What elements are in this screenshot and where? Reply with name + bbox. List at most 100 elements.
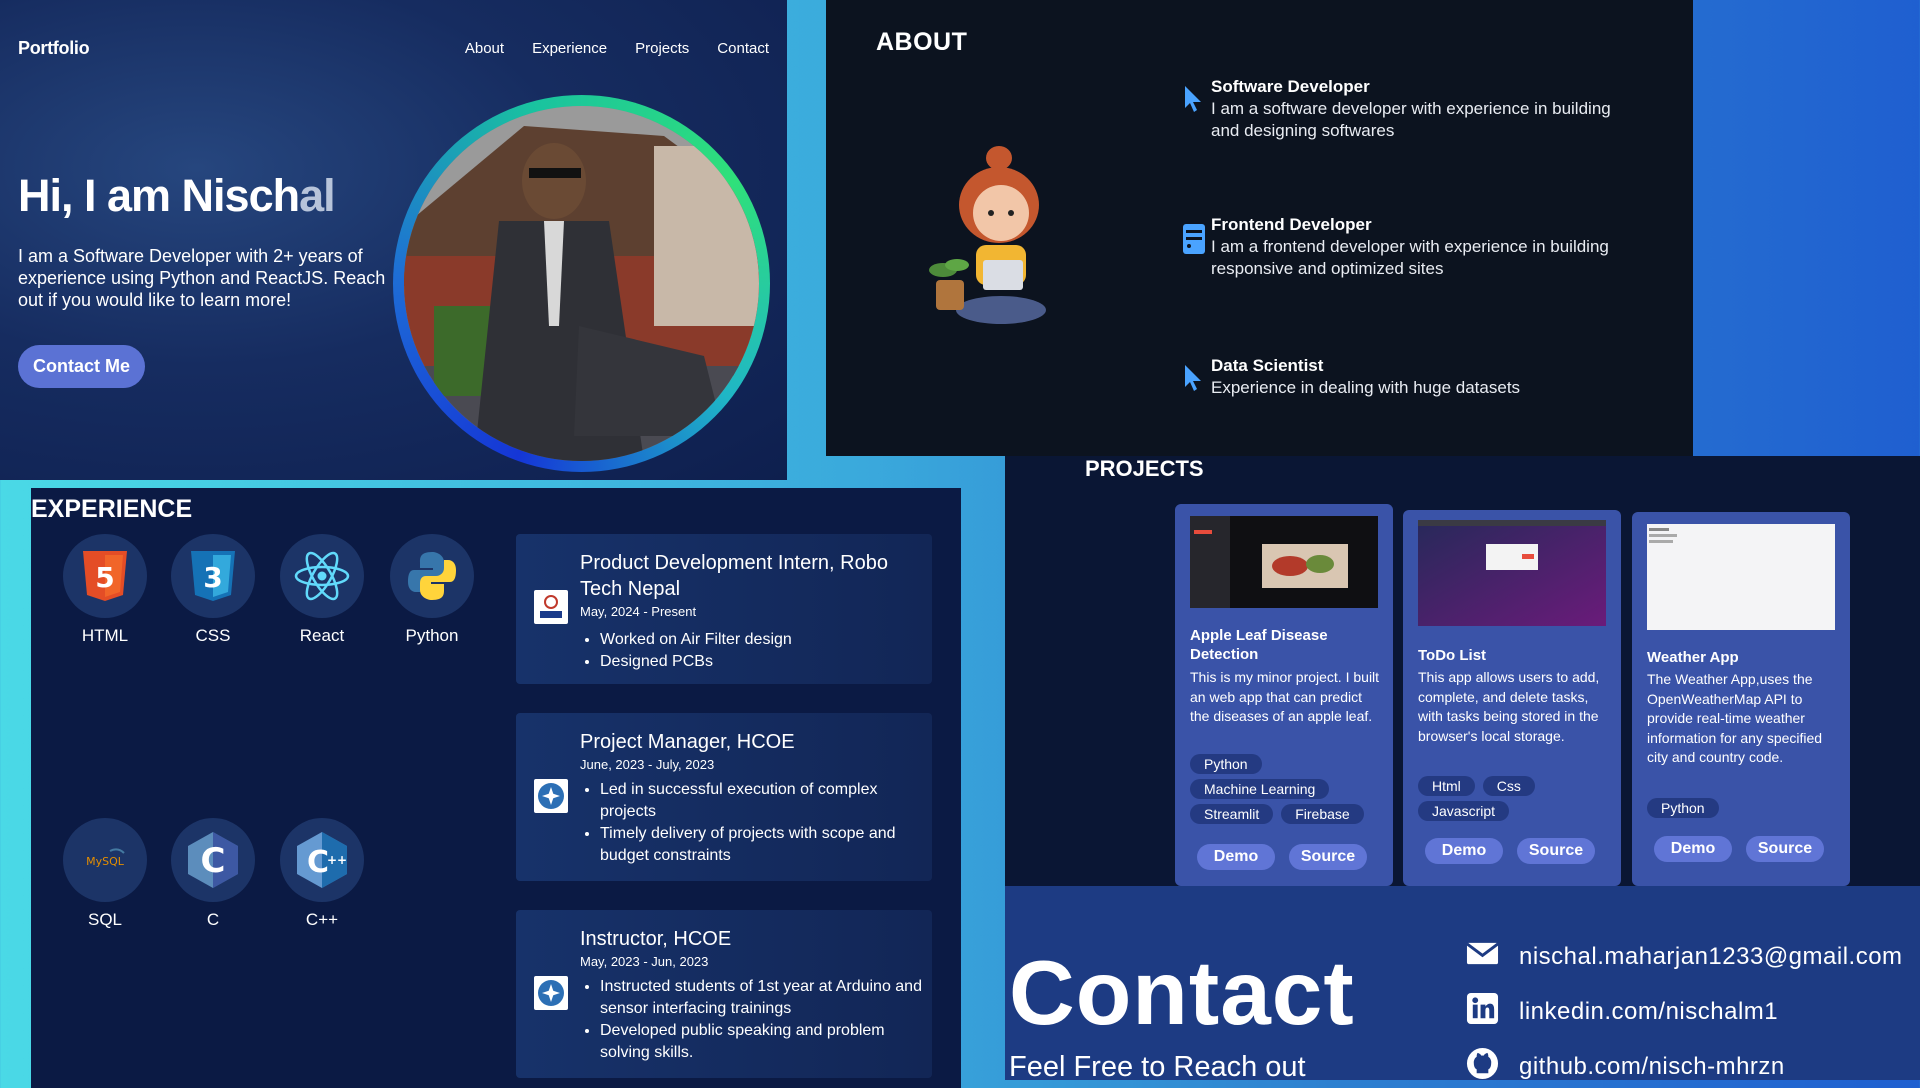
- demo-button[interactable]: Demo: [1197, 844, 1275, 870]
- job-title: Instructor, HCOE: [580, 928, 732, 950]
- hero-title-main: Hi, I am Nisch: [18, 170, 300, 221]
- project-card: ToDo List This app allows users to add, …: [1403, 510, 1621, 886]
- hero-section: Portfolio About Experience Projects Cont…: [0, 0, 787, 480]
- demo-button[interactable]: Demo: [1425, 838, 1503, 864]
- skill-label: C++: [305, 910, 339, 929]
- svg-text:C: C: [201, 841, 226, 881]
- project-card: Weather App The Weather App,uses the Ope…: [1632, 512, 1850, 886]
- project-tag: Html: [1418, 776, 1475, 796]
- contact-section: Contact Feel Free to Reach out nischal.m…: [1005, 886, 1920, 1080]
- skill-label: SQL: [87, 910, 123, 929]
- cpp-icon: C ++: [280, 818, 364, 902]
- project-tag: Streamlit: [1190, 804, 1274, 824]
- job-card: Project Manager, HCOE June, 2023 - July,…: [516, 713, 932, 881]
- svg-text:C: C: [307, 845, 329, 880]
- job-date: May, 2023 - Jun, 2023: [580, 954, 709, 969]
- job-card: Product Development Intern, Robo Tech Ne…: [516, 534, 932, 684]
- top-nav: About Experience Projects Contact: [465, 40, 769, 57]
- skill-label: C: [206, 910, 220, 929]
- projects-section: PROJECTS Apple Leaf Disease Detection Th…: [1005, 456, 1920, 886]
- c-language-icon: C: [171, 818, 255, 902]
- nav-projects[interactable]: Projects: [635, 40, 689, 57]
- job-title: Product Development Intern, Robo Tech Ne…: [580, 552, 888, 600]
- contact-email[interactable]: nischal.maharjan1233@gmail.com: [1466, 937, 1903, 977]
- mysql-icon: MySQL: [63, 818, 147, 902]
- project-tag: Javascript: [1418, 801, 1510, 821]
- github-icon: [1466, 1047, 1499, 1080]
- site-logo[interactable]: Portfolio: [18, 38, 90, 59]
- project-title: Apple Leaf Disease Detection: [1190, 627, 1328, 663]
- hcoe-logo-icon: [534, 779, 568, 813]
- about-text: Experience in dealing with huge datasets: [1211, 378, 1521, 397]
- contact-linkedin[interactable]: linkedin.com/nischalm1: [1466, 992, 1778, 1032]
- project-tags: Html Css Javascript: [1418, 776, 1618, 821]
- about-heading: Frontend Developer: [1211, 215, 1372, 234]
- profile-photo-ring: [393, 95, 770, 472]
- about-heading: Software Developer: [1211, 77, 1370, 96]
- job-bullet: Led in successful execution of complex p…: [600, 779, 935, 823]
- email-link[interactable]: nischal.maharjan1233@gmail.com: [1519, 943, 1903, 971]
- project-description: The Weather App,uses the OpenWeatherMap …: [1647, 671, 1823, 765]
- project-description: This is my minor project. I built an web…: [1190, 669, 1380, 724]
- project-screenshot[interactable]: [1647, 524, 1835, 630]
- project-actions: Demo Source: [1654, 836, 1824, 862]
- skill-c: C C: [171, 818, 255, 930]
- project-tag: Python: [1647, 798, 1719, 818]
- svg-text:MySQL: MySQL: [86, 855, 125, 868]
- contact-me-button[interactable]: Contact Me: [18, 345, 145, 388]
- nav-experience[interactable]: Experience: [532, 40, 607, 57]
- job-bullet: Worked on Air Filter design: [600, 629, 935, 651]
- github-link[interactable]: github.com/nisch-mhrzn: [1519, 1053, 1785, 1080]
- svg-text:3: 3: [203, 561, 222, 594]
- about-item-frontend: Frontend Developer I am a frontend devel…: [1183, 214, 1611, 280]
- contact-subtitle: Feel Free to Reach out: [1009, 1051, 1306, 1080]
- skill-label: CSS: [195, 626, 231, 645]
- project-tags: Python: [1647, 798, 1847, 818]
- skill-react: React: [280, 534, 364, 646]
- about-text: I am a software developer with experienc…: [1211, 99, 1611, 140]
- linkedin-link[interactable]: linkedin.com/nischalm1: [1519, 998, 1778, 1026]
- source-button[interactable]: Source: [1289, 844, 1367, 870]
- about-title: ABOUT: [876, 28, 968, 56]
- job-bullets: Led in successful execution of complex p…: [580, 779, 935, 867]
- project-screenshot[interactable]: [1190, 516, 1378, 608]
- about-item-data: Data Scientist Experience in dealing wit…: [1185, 355, 1611, 399]
- job-date: June, 2023 - July, 2023: [580, 757, 715, 772]
- hcoe-logo-icon: [534, 976, 568, 1010]
- nav-contact[interactable]: Contact: [717, 40, 769, 57]
- job-bullet: Instructed students of 1st year at Ardui…: [600, 976, 935, 1020]
- job-bullet: Timely delivery of projects with scope a…: [600, 823, 935, 867]
- source-button[interactable]: Source: [1746, 836, 1824, 862]
- nav-about[interactable]: About: [465, 40, 504, 57]
- job-card: Instructor, HCOE May, 2023 - Jun, 2023 I…: [516, 910, 932, 1078]
- contact-title: Contact: [1009, 943, 1355, 1044]
- cursor-icon: [1183, 86, 1203, 112]
- project-title: Weather App: [1647, 649, 1739, 666]
- project-actions: Demo Source: [1197, 844, 1367, 870]
- demo-button[interactable]: Demo: [1654, 836, 1732, 862]
- svg-text:5: 5: [95, 561, 114, 594]
- source-button[interactable]: Source: [1517, 838, 1595, 864]
- project-tag: Python: [1190, 754, 1262, 774]
- react-icon: [280, 534, 364, 618]
- svg-text:++: ++: [327, 853, 347, 867]
- server-icon: [1183, 224, 1205, 254]
- project-card: Apple Leaf Disease Detection This is my …: [1175, 504, 1393, 886]
- experience-section: EXPERIENCE 5 HTML 3 CSS React Python MyS…: [31, 488, 961, 1088]
- css3-icon: 3: [171, 534, 255, 618]
- contact-github[interactable]: github.com/nisch-mhrzn: [1466, 1047, 1785, 1080]
- hero-description: I am a Software Developer with 2+ years …: [18, 246, 386, 310]
- project-screenshot[interactable]: [1418, 520, 1606, 626]
- job-title: Project Manager, HCOE: [580, 731, 795, 753]
- project-tag: Machine Learning: [1190, 779, 1330, 799]
- project-tag: Firebase: [1281, 804, 1364, 824]
- about-section: ABOUT Software Developer I am a software…: [826, 0, 1693, 456]
- projects-title: PROJECTS: [1085, 456, 1204, 481]
- about-item-software: Software Developer I am a software devel…: [1185, 76, 1611, 142]
- job-bullet: Developed public speaking and problem so…: [600, 1020, 935, 1064]
- experience-title: EXPERIENCE: [31, 495, 193, 523]
- skill-label: HTML: [81, 626, 129, 645]
- skill-sql: MySQL SQL: [63, 818, 147, 930]
- skill-label: Python: [405, 626, 459, 645]
- skill-label: React: [299, 626, 345, 645]
